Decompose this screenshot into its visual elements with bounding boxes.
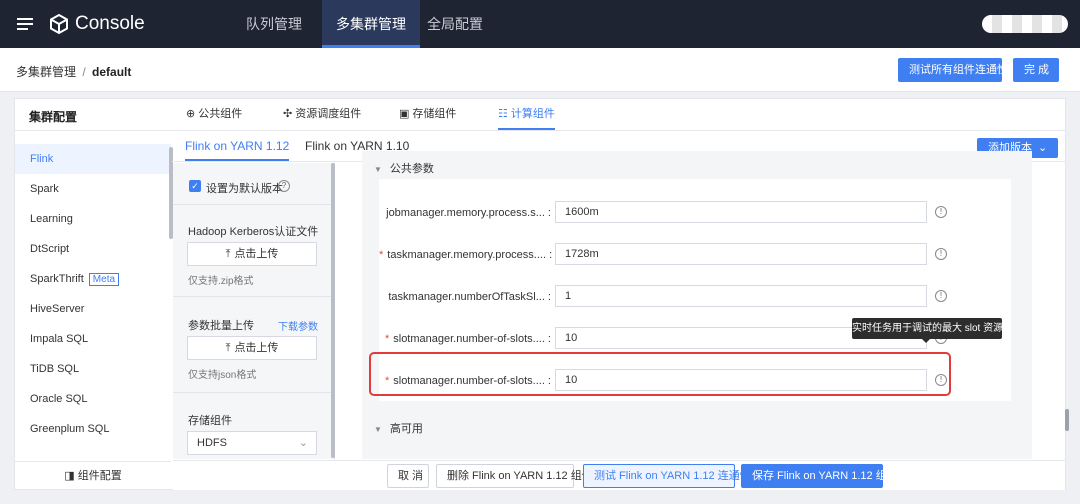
- param-label: * slotmanager.number-of-slots.... :: [384, 333, 551, 345]
- version-settings-pane: ✓ 设置为默认版本 ? Hadoop Kerberos认证文件 ⤒ 点击上传 仅支…: [173, 163, 335, 459]
- params-upload-button[interactable]: ⤒ 点击上传: [187, 336, 317, 360]
- chevron-down-icon: ⌄: [298, 437, 308, 449]
- compute-icon: ☷: [498, 108, 508, 120]
- test-connectivity-button[interactable]: 测试 Flink on YARN 1.12 连通性: [583, 464, 751, 488]
- save-component-button[interactable]: 保存 Flink on YARN 1.12 组件: [741, 464, 898, 488]
- globe-icon: ⊕: [186, 108, 196, 120]
- nav-multi-cluster[interactable]: 多集群管理: [322, 0, 420, 48]
- default-version-label: 设置为默认版本: [206, 183, 283, 195]
- tab-common-components[interactable]: ⊕ 公共组件: [186, 99, 242, 130]
- delete-component-button[interactable]: 删除 Flink on YARN 1.12 组件: [436, 464, 593, 488]
- param-input-taskmanager-memory[interactable]: 1728m: [555, 243, 927, 265]
- parameter-form-area: ▼ 公共参数 jobmanager.memory.process.s... : 1…: [362, 151, 1032, 459]
- section-high-availability[interactable]: ▼ 高可用: [374, 420, 423, 436]
- param-tooltip: 实时任务用于调试的最大 slot 资源: [852, 318, 1003, 343]
- cluster-config-card: 集群配置 ⊕ 公共组件 ✣ 资源调度组件 ▣ 存储组件 ☷ 计算组件 Flink Spa…: [14, 98, 1069, 491]
- param-label: jobmanager.memory.process.s... :: [386, 207, 551, 219]
- component-impala-sql[interactable]: Impala SQL: [15, 324, 171, 354]
- zip-format-hint: 仅支持.zip格式: [188, 276, 254, 287]
- kerberos-label: Hadoop Kerberos认证文件: [188, 226, 319, 238]
- divider: [173, 204, 331, 205]
- version-tab-1-12[interactable]: Flink on YARN 1.12: [185, 132, 290, 161]
- breadcrumb-bar: 多集群管理 / default 测试所有组件连通性 完 成: [0, 48, 1080, 92]
- question-icon[interactable]: ?: [278, 180, 290, 192]
- scheduler-icon: ✣: [283, 108, 293, 120]
- top-nav: Console 队列管理 多集群管理 全局配置: [0, 0, 1080, 48]
- tab-compute-components[interactable]: ☷ 计算组件: [498, 99, 555, 130]
- caret-down-icon: ▼: [374, 425, 382, 434]
- component-config-button[interactable]: ◨ 组件配置: [15, 461, 171, 491]
- component-action-bar: 取 消 删除 Flink on YARN 1.12 组件 测试 Flink on…: [173, 460, 1065, 490]
- test-all-connectivity-button[interactable]: 测试所有组件连通性: [898, 58, 1008, 82]
- divider: [173, 296, 331, 297]
- info-icon[interactable]: !: [935, 248, 947, 260]
- component-sparkthrift[interactable]: SparkThrift Meta: [15, 264, 171, 294]
- breadcrumb-current: default: [92, 65, 132, 79]
- storage-component-select[interactable]: HDFS ⌄: [187, 431, 317, 455]
- kerberos-upload-button[interactable]: ⤒ 点击上传: [187, 242, 317, 266]
- component-flink[interactable]: Flink: [15, 144, 171, 174]
- info-icon[interactable]: !: [935, 290, 947, 302]
- storage-icon: ▣: [399, 108, 410, 120]
- component-hiveserver[interactable]: HiveServer: [15, 294, 171, 324]
- meta-badge: Meta: [88, 273, 120, 286]
- json-format-hint: 仅支持json格式: [188, 370, 257, 381]
- tab-storage-components[interactable]: ▣ 存储组件: [399, 99, 456, 130]
- chevron-down-icon: ⌄: [1038, 142, 1048, 154]
- param-label: taskmanager.numberOfTaskSl... :: [388, 291, 551, 303]
- component-config-icon: ◨: [64, 470, 75, 482]
- breadcrumb-separator: /: [82, 65, 86, 79]
- breadcrumb-parent[interactable]: 多集群管理: [16, 65, 76, 79]
- component-oracle-sql[interactable]: Oracle SQL: [15, 384, 171, 414]
- upload-icon: ⤒: [225, 248, 231, 260]
- card-header: 集群配置 ⊕ 公共组件 ✣ 资源调度组件 ▣ 存储组件 ☷ 计算组件: [15, 99, 1065, 131]
- download-params-link[interactable]: 下载参数: [278, 318, 318, 333]
- component-spark[interactable]: Spark: [15, 174, 171, 204]
- divider: [173, 392, 331, 393]
- batch-upload-label: 参数批量上传: [188, 320, 254, 332]
- nav-queue-management[interactable]: 队列管理: [232, 0, 316, 48]
- breadcrumb: 多集群管理 / default: [16, 63, 131, 80]
- tab-resource-scheduling[interactable]: ✣ 资源调度组件: [283, 99, 361, 130]
- storage-component-label: 存储组件: [188, 415, 232, 427]
- component-tidb-sql[interactable]: TiDB SQL: [15, 354, 171, 384]
- section-common-params[interactable]: ▼ 公共参数: [374, 160, 434, 176]
- component-learning[interactable]: Learning: [15, 204, 171, 234]
- cube-logo-icon: [50, 13, 68, 35]
- cancel-button[interactable]: 取 消: [387, 464, 429, 488]
- component-dtscript[interactable]: DtScript: [15, 234, 171, 264]
- default-version-checkbox[interactable]: ✓: [189, 180, 201, 192]
- param-input-task-slots[interactable]: 1: [555, 285, 927, 307]
- user-avatar[interactable]: [982, 15, 1068, 33]
- nav-global-config[interactable]: 全局配置: [413, 0, 497, 48]
- highlight-box: [369, 352, 951, 396]
- settings-scrollbar[interactable]: [331, 163, 335, 458]
- component-list: Flink Spark Learning DtScript SparkThrif…: [15, 132, 171, 458]
- card-title: 集群配置: [29, 110, 78, 124]
- hamburger-menu-icon[interactable]: [17, 18, 33, 30]
- form-scrollbar[interactable]: [1065, 409, 1069, 431]
- param-label: * taskmanager.memory.process.... :: [379, 249, 553, 261]
- info-icon[interactable]: !: [935, 206, 947, 218]
- app-name: Console: [75, 13, 145, 34]
- component-greenplum-sql[interactable]: Greenplum SQL: [15, 414, 171, 444]
- done-button[interactable]: 完 成: [1013, 58, 1059, 82]
- param-input-jobmanager-memory[interactable]: 1600m: [555, 201, 927, 223]
- upload-icon: ⤒: [225, 342, 231, 354]
- caret-down-icon: ▼: [374, 165, 382, 174]
